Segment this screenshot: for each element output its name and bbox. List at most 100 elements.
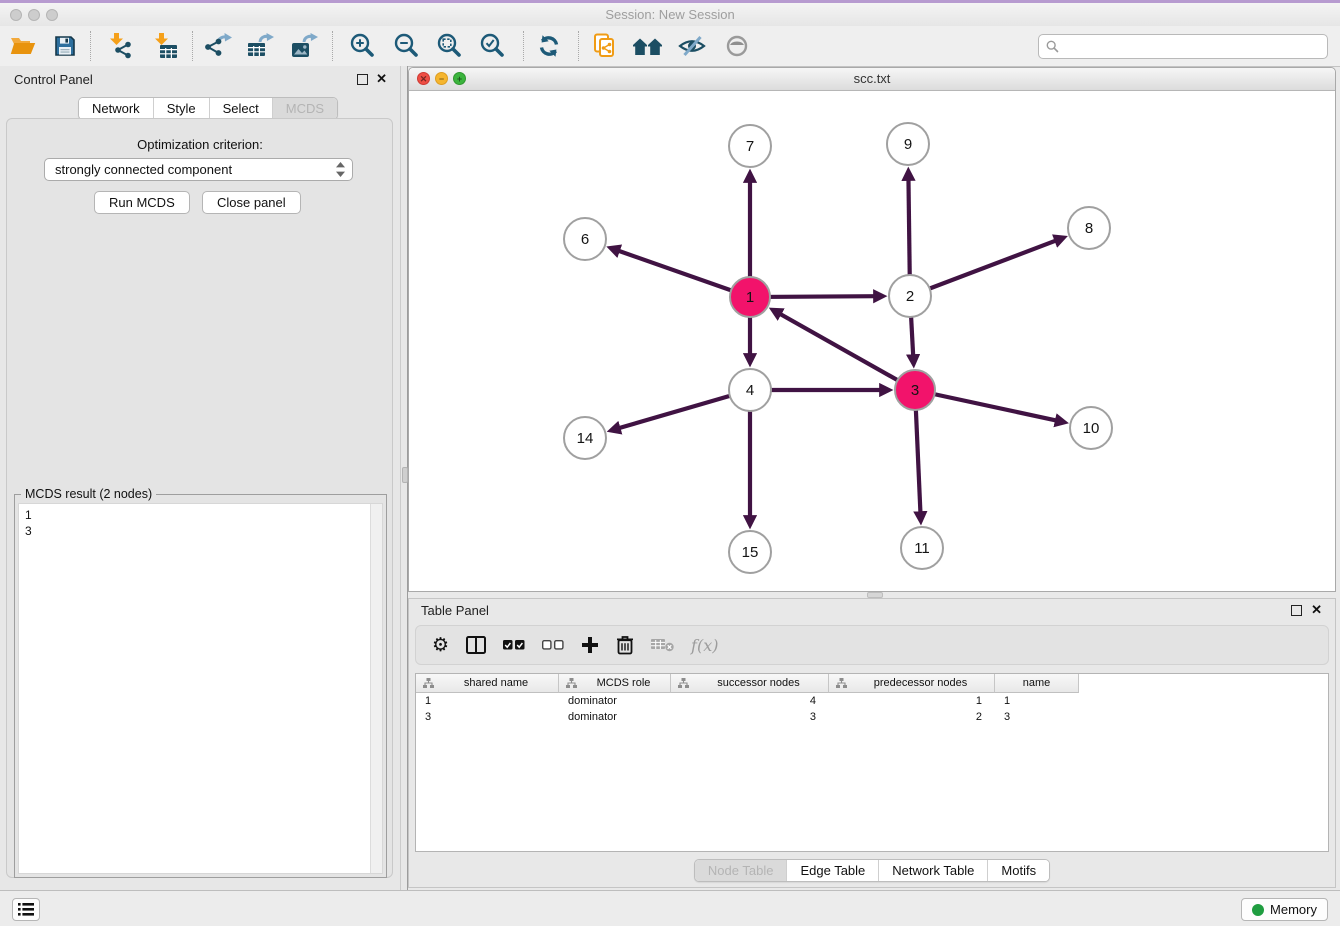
memory-status-dot bbox=[1252, 904, 1264, 916]
table-body: 1dominator4113dominator323 bbox=[416, 693, 1328, 725]
table-cell: 1 bbox=[829, 695, 995, 707]
refresh-icon[interactable] bbox=[532, 29, 566, 63]
graph-node-label: 15 bbox=[742, 544, 759, 561]
memory-button[interactable]: Memory bbox=[1241, 898, 1328, 921]
mcds-result-title: MCDS result (2 nodes) bbox=[21, 487, 156, 501]
result-scrollbar[interactable] bbox=[370, 504, 382, 873]
mcds-result-area[interactable]: 13 bbox=[18, 503, 383, 874]
app-titlebar: Session: New Session bbox=[0, 3, 1340, 27]
table-row[interactable]: 1dominator411 bbox=[416, 693, 1328, 709]
network-canvas[interactable]: 7968124314101511 bbox=[409, 90, 1335, 591]
graph-node-label: 10 bbox=[1083, 420, 1100, 437]
import-network-icon[interactable] bbox=[103, 29, 137, 63]
network-window-titlebar[interactable]: ✕ − + scc.txt bbox=[409, 68, 1335, 91]
table-cell: dominator bbox=[559, 695, 671, 707]
search-input[interactable] bbox=[1063, 39, 1327, 55]
table-cell: dominator bbox=[559, 711, 671, 723]
column-label: MCDS role bbox=[577, 677, 670, 689]
graph-node-label: 4 bbox=[746, 382, 754, 399]
graph-node-label: 1 bbox=[746, 289, 754, 306]
zoom-selected-icon[interactable] bbox=[475, 29, 509, 63]
criterion-select[interactable]: strongly connected component bbox=[44, 158, 353, 181]
main-toolbar bbox=[0, 26, 1340, 67]
table-tabs-row: Node TableEdge TableNetwork TableMotifs bbox=[409, 859, 1335, 882]
table-header-row: shared name MCDS rolesuccessor nodesprede… bbox=[416, 674, 1328, 693]
select-all-checkboxes-icon[interactable] bbox=[503, 640, 525, 650]
close-panel-button[interactable]: Close panel bbox=[202, 191, 301, 214]
graph-edge-1-6[interactable] bbox=[617, 250, 750, 297]
column-label: name bbox=[995, 677, 1078, 689]
mcds-result-group: MCDS result (2 nodes) 13 bbox=[14, 494, 387, 878]
delete-column-icon[interactable] bbox=[616, 635, 634, 655]
zoom-out-icon[interactable] bbox=[389, 29, 423, 63]
show-all-icon[interactable] bbox=[720, 29, 754, 63]
open-session-icon[interactable] bbox=[6, 29, 40, 63]
column-tree-icon bbox=[423, 678, 434, 688]
mcds-result-line: 3 bbox=[25, 523, 364, 539]
export-table-icon[interactable] bbox=[244, 29, 278, 63]
column-header-predecessor-nodes[interactable]: predecessor nodes bbox=[829, 674, 995, 693]
tab-network-table[interactable]: Network Table bbox=[878, 860, 987, 881]
network-graph[interactable]: 7968124314101511 bbox=[409, 90, 1335, 591]
export-network-icon[interactable] bbox=[201, 29, 235, 63]
close-panel-icon[interactable]: ✕ bbox=[376, 71, 387, 87]
graph-edge-3-1[interactable] bbox=[779, 313, 915, 390]
task-history-button[interactable] bbox=[12, 898, 40, 921]
save-session-icon[interactable] bbox=[48, 29, 82, 63]
vertical-splitter[interactable] bbox=[400, 66, 408, 890]
function-builder-icon[interactable]: f(x) bbox=[691, 636, 718, 655]
float-panel-icon[interactable] bbox=[357, 74, 368, 85]
column-header-name[interactable]: name bbox=[995, 674, 1079, 693]
control-panel-title: Control Panel bbox=[14, 72, 93, 87]
tab-edge-table[interactable]: Edge Table bbox=[786, 860, 878, 881]
graph-node-label: 8 bbox=[1085, 220, 1093, 237]
column-tree-icon bbox=[836, 678, 847, 688]
delete-table-icon[interactable] bbox=[651, 638, 674, 652]
control-panel: Control Panel ✕ NetworkStyleSelectMCDS O… bbox=[0, 66, 400, 890]
deselect-all-checkboxes-icon[interactable] bbox=[542, 640, 564, 650]
run-mcds-button[interactable]: Run MCDS bbox=[94, 191, 190, 214]
control-panel-tabs: NetworkStyleSelectMCDS bbox=[78, 97, 338, 120]
graph-edge-2-8[interactable] bbox=[910, 240, 1057, 296]
column-label: shared name bbox=[434, 677, 558, 689]
add-column-icon[interactable] bbox=[581, 636, 599, 654]
table-cell: 1 bbox=[995, 695, 1079, 707]
tab-network[interactable]: Network bbox=[79, 98, 153, 119]
split-view-icon[interactable] bbox=[466, 636, 486, 654]
graph-node-label: 6 bbox=[581, 231, 589, 248]
tab-mcds[interactable]: MCDS bbox=[272, 98, 337, 119]
tab-style[interactable]: Style bbox=[153, 98, 209, 119]
graph-node-label: 7 bbox=[746, 138, 754, 155]
toolbar-separator bbox=[523, 31, 524, 61]
table-toolbar: ⚙ f(x) bbox=[415, 625, 1329, 665]
column-header-mcds-role[interactable]: MCDS role bbox=[559, 674, 671, 693]
search-field[interactable] bbox=[1038, 34, 1328, 59]
tab-motifs[interactable]: Motifs bbox=[987, 860, 1049, 881]
float-table-panel-icon[interactable] bbox=[1291, 605, 1302, 616]
settings-icon[interactable]: ⚙ bbox=[432, 636, 449, 655]
table-cell: 3 bbox=[671, 711, 829, 723]
import-table-icon[interactable] bbox=[148, 29, 182, 63]
column-header-successor-nodes[interactable]: successor nodes bbox=[671, 674, 829, 693]
close-table-panel-icon[interactable]: ✕ bbox=[1311, 602, 1322, 618]
table-cell: 4 bbox=[671, 695, 829, 707]
clone-network-icon[interactable] bbox=[588, 29, 622, 63]
table-panel: Table Panel ✕ ⚙ f(x) shared nameMCDS rol… bbox=[408, 598, 1336, 888]
table-row[interactable]: 3dominator323 bbox=[416, 709, 1328, 725]
zoom-fit-icon[interactable] bbox=[432, 29, 466, 63]
table-tabs: Node TableEdge TableNetwork TableMotifs bbox=[694, 859, 1050, 882]
network-view-window: ✕ − + scc.txt 7968124314101511 bbox=[408, 67, 1336, 592]
network-window-title: scc.txt bbox=[409, 71, 1335, 86]
zoom-in-icon[interactable] bbox=[345, 29, 379, 63]
export-image-icon[interactable] bbox=[288, 29, 322, 63]
first-neighbors-icon[interactable] bbox=[631, 29, 665, 63]
column-header-shared-name[interactable]: shared name bbox=[416, 674, 559, 693]
column-tree-icon bbox=[678, 678, 689, 688]
graph-edge-3-10[interactable] bbox=[915, 390, 1058, 421]
node-table: shared name MCDS rolesuccessor nodesprede… bbox=[415, 673, 1329, 852]
hide-selected-icon[interactable] bbox=[675, 29, 709, 63]
table-cell: 2 bbox=[829, 711, 995, 723]
tab-select[interactable]: Select bbox=[209, 98, 272, 119]
tab-node-table[interactable]: Node Table bbox=[695, 860, 787, 881]
graph-node-label: 14 bbox=[577, 430, 594, 447]
